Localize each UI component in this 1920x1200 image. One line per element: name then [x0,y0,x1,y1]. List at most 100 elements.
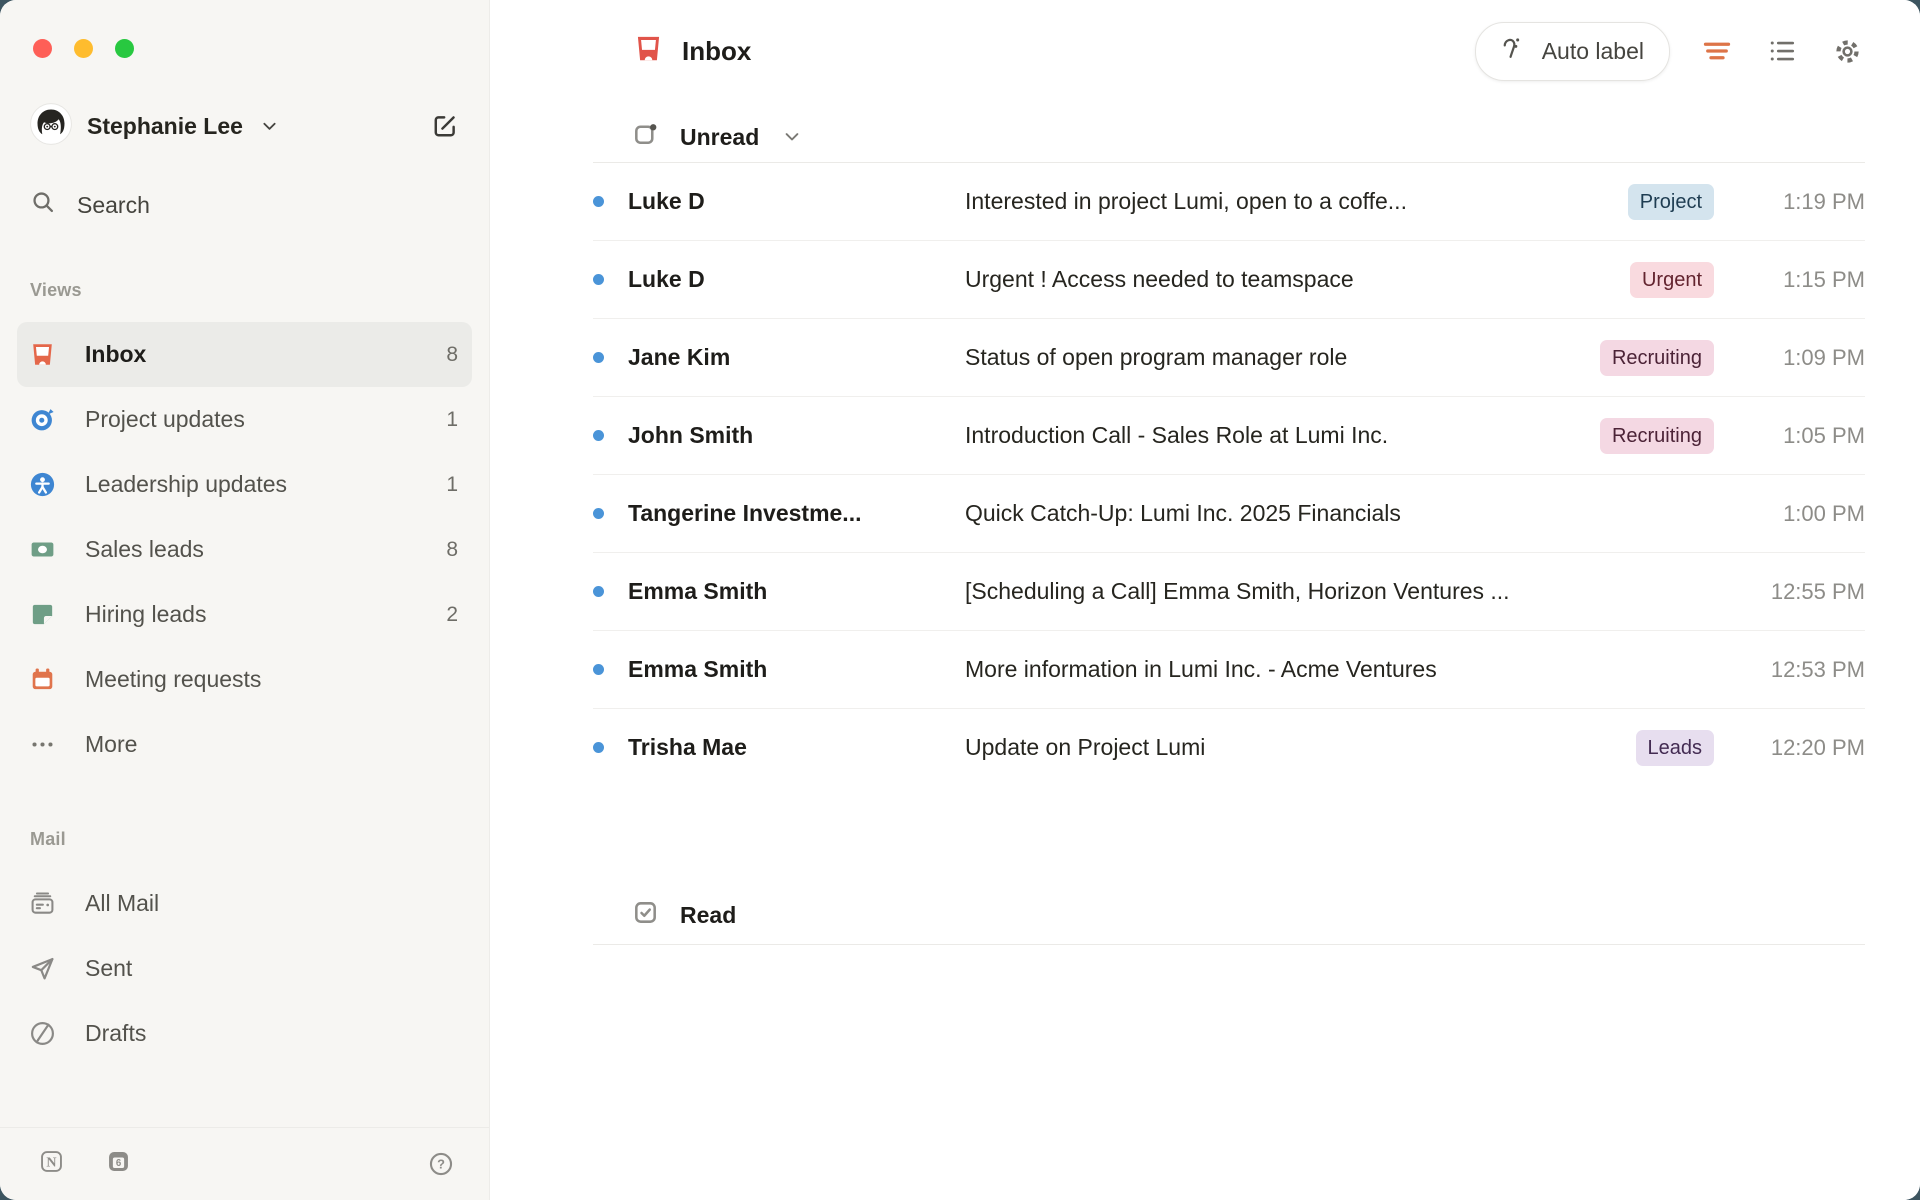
email-row[interactable]: Jane KimStatus of open program manager r… [593,319,1865,397]
email-row[interactable]: Emma SmithMore information in Lumi Inc. … [593,631,1865,709]
account-switcher[interactable]: Stephanie Lee [30,102,459,150]
auto-label-button[interactable]: Auto label [1475,22,1670,81]
pencil-circle-icon [27,1019,57,1048]
sidebar-item-inbox[interactable]: Inbox 8 [17,322,472,387]
sidebar-item-label: Sales leads [85,536,204,563]
email-row[interactable]: Tangerine Investme...Quick Catch-Up: Lum… [593,475,1865,553]
sidebar-item-project-updates[interactable]: Project updates1 [17,387,472,452]
email-label-badge: Leads [1636,730,1715,766]
email-sender: Emma Smith [628,656,965,683]
email-time: 12:55 PM [1740,579,1865,605]
svg-text:N: N [46,1154,56,1170]
zoom-window-button[interactable] [115,39,134,58]
search-icon [30,189,56,221]
sidebar-item-meeting-requests[interactable]: Meeting requests [17,647,472,712]
sidebar-item-all-mail[interactable]: All Mail [17,871,472,936]
inbox-tray-icon [27,340,57,369]
search-label: Search [77,192,150,219]
unread-dot [593,352,604,363]
unread-count: 2 [446,603,458,627]
sidebar-item-hiring-leads[interactable]: Hiring leads 2 [17,582,472,647]
email-row[interactable]: John SmithIntroduction Call - Sales Role… [593,397,1865,475]
calendar-app-icon[interactable]: 6 [105,1148,132,1180]
sidebar-item-more[interactable]: More [17,712,472,777]
search-button[interactable]: Search [30,182,459,228]
unread-count: 1 [446,473,458,497]
banknote-icon [27,535,57,564]
email-row[interactable]: Luke DUrgent ! Access needed to teamspac… [593,241,1865,319]
sidebar-item-leadership-updates[interactable]: Leadership updates 1 [17,452,472,517]
email-label-badge: Project [1628,184,1714,220]
email-sender: Emma Smith [628,578,965,605]
email-time: 1:05 PM [1740,423,1865,449]
sidebar-item-label: All Mail [85,890,159,917]
email-time: 1:15 PM [1740,267,1865,293]
email-label-badge: Urgent [1630,262,1714,298]
email-subject: Introduction Call - Sales Role at Lumi I… [965,422,1578,449]
unread-count: 1 [446,408,458,432]
sidebar-item-label: Leadership updates [85,471,287,498]
email-time: 1:09 PM [1740,345,1865,371]
section-label-mail: Mail [30,819,489,859]
target-icon [27,405,57,434]
help-icon[interactable]: ? [427,1150,455,1178]
sidebar-footer: N 6 ? [0,1127,489,1200]
app-window: Stephanie Lee Search Views Inbox 8 Project … [0,0,1920,1200]
compose-button[interactable] [431,112,459,140]
email-time: 1:19 PM [1740,189,1865,215]
email-subject: More information in Lumi Inc. - Acme Ven… [965,656,1718,683]
unread-dot [593,586,604,597]
chevron-down-icon [782,127,802,147]
sidebar-item-label: Hiring leads [85,601,206,628]
email-list: Luke DInterested in project Lumi, open t… [593,163,1865,786]
email-sender: Luke D [628,188,965,215]
auto-label-text: Auto label [1542,38,1644,65]
read-section-header[interactable]: Read [593,886,1865,945]
sidebar-item-label: Inbox [85,341,146,368]
email-sender: Luke D [628,266,965,293]
sidebar-item-label: More [85,731,137,758]
section-label-views: Views [30,270,489,310]
minimize-window-button[interactable] [74,39,93,58]
settings-button[interactable] [1829,33,1865,69]
email-label-badge: Recruiting [1600,340,1714,376]
unread-icon [631,120,660,155]
inbox-icon [632,32,665,70]
unread-dot [593,196,604,207]
unread-dot [593,508,604,519]
list-view-button[interactable] [1764,33,1800,69]
email-row[interactable]: Trisha MaeUpdate on Project LumiLeads12:… [593,709,1865,786]
avatar [30,103,72,150]
unread-section-header[interactable]: Unread [593,112,1865,163]
main-panel: Inbox Auto label Unread Luke DInterested… [490,0,1920,1200]
unread-section-label: Unread [680,124,759,151]
paper-plane-icon [27,954,57,983]
unread-dot [593,430,604,441]
email-row[interactable]: Luke DInterested in project Lumi, open t… [593,163,1865,241]
email-sender: Jane Kim [628,344,965,371]
sidebar-item-sales-leads[interactable]: Sales leads 8 [17,517,472,582]
email-sender: John Smith [628,422,965,449]
unread-dot [593,664,604,675]
unread-count: 8 [446,538,458,562]
sidebar-item-label: Meeting requests [85,666,261,693]
email-subject: Interested in project Lumi, open to a co… [965,188,1606,215]
main-header: Inbox Auto label [593,23,1865,79]
read-section-label: Read [680,902,736,929]
svg-text:?: ? [437,1157,445,1172]
email-time: 12:53 PM [1740,657,1865,683]
page-title: Inbox [682,36,751,67]
svg-text:6: 6 [116,1158,122,1169]
mail-stack-icon [27,889,57,918]
filter-button[interactable] [1699,33,1735,69]
sidebar-item-drafts[interactable]: Drafts [17,1001,472,1066]
email-row[interactable]: Emma Smith[Scheduling a Call] Emma Smith… [593,553,1865,631]
email-subject: Update on Project Lumi [965,734,1614,761]
notion-logo-icon[interactable]: N [38,1148,65,1180]
calendar-icon [27,665,57,694]
unread-dot [593,274,604,285]
sidebar-item-sent[interactable]: Sent [17,936,472,1001]
close-window-button[interactable] [33,39,52,58]
unread-count: 8 [446,343,458,367]
email-subject: [Scheduling a Call] Emma Smith, Horizon … [965,578,1718,605]
